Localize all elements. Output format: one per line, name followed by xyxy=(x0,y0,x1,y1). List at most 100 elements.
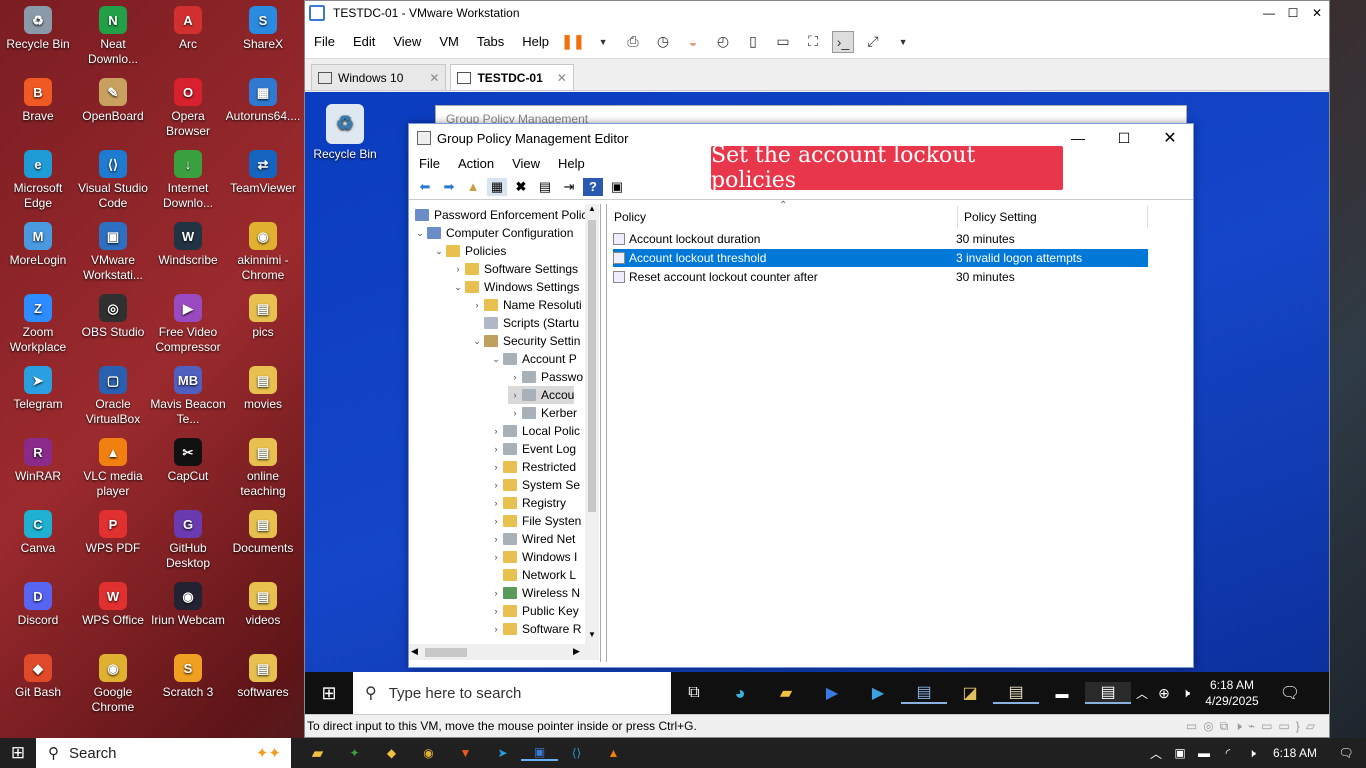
search-box[interactable]: ⚲ Type here to search xyxy=(353,672,671,714)
telegram-icon[interactable]: ➤ xyxy=(484,746,521,760)
maximize-button[interactable]: ☐ xyxy=(1101,130,1147,147)
expand-arrow-icon[interactable]: › xyxy=(489,494,503,512)
close-icon[interactable]: ✕ xyxy=(557,71,567,85)
desktop-icon[interactable]: ◆ Git Bash xyxy=(0,654,76,700)
desktop-icon[interactable]: e Microsoft Edge xyxy=(0,150,76,211)
desktop-icon[interactable]: ▤ online teaching xyxy=(225,438,301,499)
volume-icon[interactable]: 🕨 xyxy=(1240,746,1264,761)
expand-arrow-icon[interactable]: › xyxy=(508,368,522,386)
powershell-ise-icon[interactable]: ▶ xyxy=(855,683,901,703)
close-icon[interactable]: ✕ xyxy=(429,71,439,85)
action-pane-icon[interactable]: ▣ xyxy=(607,178,627,196)
table-row[interactable]: Account lockout duration 30 minutes xyxy=(613,230,1148,248)
app-icon[interactable]: ◆ xyxy=(373,746,410,760)
pause-icon[interactable]: ❚❚ xyxy=(561,31,584,53)
expand-arrow-icon[interactable]: › xyxy=(489,512,503,530)
network-icon[interactable]: ⊕ xyxy=(1153,685,1175,702)
close-button[interactable]: ✕ xyxy=(1305,6,1329,20)
menu-help[interactable]: Help xyxy=(513,34,558,49)
column-divider[interactable] xyxy=(957,206,958,228)
desktop-icon[interactable]: B Brave xyxy=(0,78,76,124)
help-icon[interactable]: ? xyxy=(583,177,603,196)
tree-node[interactable]: › Local Polic xyxy=(489,422,581,440)
desktop-icon[interactable]: ↓ Internet Downlo... xyxy=(150,150,226,211)
tree-vertical-scrollbar[interactable]: ▲ ▼ xyxy=(585,204,599,644)
notification-icon[interactable]: 🗨 xyxy=(1326,746,1366,760)
expand-arrow-icon[interactable]: › xyxy=(489,584,503,602)
delete-icon[interactable]: ✖ xyxy=(511,178,531,196)
export-list-icon[interactable]: ⇥ xyxy=(559,178,579,196)
search-box[interactable]: ⚲ Search ✦✦ xyxy=(36,738,291,768)
device-icons[interactable]: ▭◎⧉🕨⌁▭▭}▱ xyxy=(1186,719,1321,734)
desktop-icon[interactable]: ▦ Autoruns64.... xyxy=(225,78,301,124)
column-divider[interactable] xyxy=(1147,206,1148,228)
expand-arrow-icon[interactable]: ⌄ xyxy=(432,242,446,260)
expand-arrow-icon[interactable]: › xyxy=(451,260,465,278)
desktop-icon[interactable]: ▢ Oracle VirtualBox xyxy=(75,366,151,427)
tree-node[interactable]: Password Enforcement Polic xyxy=(415,206,587,224)
expand-arrow-icon[interactable]: › xyxy=(508,386,522,404)
desktop-icon[interactable]: ▤ videos xyxy=(225,582,301,628)
minimize-button[interactable]: — xyxy=(1257,6,1281,20)
tree-node[interactable]: › Name Resoluti xyxy=(470,296,582,314)
menu-view[interactable]: View xyxy=(506,156,546,171)
desktop-icon[interactable]: ▤ softwares xyxy=(225,654,301,700)
menu-view[interactable]: View xyxy=(384,34,430,49)
chevron-up-icon[interactable]: ︿ xyxy=(1144,745,1168,762)
tree-node[interactable]: › Accou xyxy=(508,386,575,404)
scroll-down-icon[interactable]: ▼ xyxy=(585,630,599,644)
tree-node[interactable]: ⌄ Windows Settings xyxy=(451,278,579,296)
desktop-icon[interactable]: M MoreLogin xyxy=(0,222,76,268)
gpm-icon[interactable]: ◪ xyxy=(947,683,993,703)
desktop-icon[interactable]: ⇄ TeamViewer xyxy=(225,150,301,196)
tree-node[interactable]: ⌄ Security Settin xyxy=(470,332,580,350)
tree-node[interactable]: › Wired Net xyxy=(489,530,576,548)
properties-icon[interactable]: ▤ xyxy=(535,178,555,196)
expand-arrow-icon[interactable]: ⌄ xyxy=(451,278,465,296)
tree-node[interactable]: › Registry xyxy=(489,494,567,512)
menu-help[interactable]: Help xyxy=(552,156,591,171)
camera-icon[interactable]: ▣ xyxy=(1168,746,1192,760)
up-folder-icon[interactable]: ▲ xyxy=(463,178,483,196)
desktop-icon[interactable]: ▲ VLC media player xyxy=(75,438,151,499)
task-view-icon[interactable]: ⧉ xyxy=(671,684,717,702)
thumbnail-icon[interactable]: ▭ xyxy=(772,31,794,53)
tree-node[interactable]: › Windows I xyxy=(489,548,578,566)
expand-arrow-icon[interactable]: › xyxy=(489,440,503,458)
menu-tabs[interactable]: Tabs xyxy=(468,34,513,49)
desktop-icon[interactable]: W WPS Office xyxy=(75,582,151,628)
expand-arrow-icon[interactable]: › xyxy=(489,530,503,548)
tree-node[interactable]: › Passwo xyxy=(508,368,584,386)
column-header-setting[interactable]: Policy Setting xyxy=(964,206,1037,228)
server-manager-icon[interactable]: ▤ xyxy=(901,682,947,704)
forward-icon[interactable]: ➡ xyxy=(439,178,459,196)
file-explorer-icon[interactable]: ▰ xyxy=(299,744,336,762)
scroll-thumb[interactable] xyxy=(588,220,596,512)
tree-node[interactable]: › Restricted xyxy=(489,458,577,476)
edge-icon[interactable]: ◕ xyxy=(717,683,763,704)
desktop-icon[interactable]: O Opera Browser xyxy=(150,78,226,139)
expand-arrow-icon[interactable]: › xyxy=(489,602,503,620)
show-hide-tree-icon[interactable]: ▦ xyxy=(487,177,507,196)
menu-file[interactable]: File xyxy=(413,156,446,171)
tree-node[interactable]: › Public Key xyxy=(489,602,579,620)
tree-node[interactable]: Scripts (Startu xyxy=(470,314,579,332)
tree-node[interactable]: › Kerber xyxy=(508,404,578,422)
scroll-left-icon[interactable]: ◀ xyxy=(411,646,418,657)
table-row[interactable]: Reset account lockout counter after 30 mi… xyxy=(613,268,1148,286)
tree-node[interactable]: ⌄ Policies xyxy=(432,242,506,260)
library-icon[interactable]: ▯ xyxy=(742,31,764,53)
desktop-icon[interactable]: ▶ Free Video Compressor xyxy=(150,294,226,355)
desktop-icon[interactable]: S Scratch 3 xyxy=(150,654,226,700)
notification-icon[interactable]: 🗨 xyxy=(1267,683,1313,703)
tree-node[interactable]: › File Systen xyxy=(489,512,582,530)
menu-file[interactable]: File xyxy=(305,34,344,49)
desktop-icon[interactable]: N Neat Downlo... xyxy=(75,6,151,67)
column-header-policy[interactable]: Policy xyxy=(614,206,646,228)
table-row[interactable]: Account lockout threshold 3 invalid logon… xyxy=(613,249,1148,267)
desktop-icon[interactable]: ♻ Recycle Bin xyxy=(0,6,76,52)
tree-node[interactable]: Network L xyxy=(489,566,576,584)
chevron-down-icon[interactable]: ▼ xyxy=(892,31,914,53)
desktop-icon[interactable]: ➤ Telegram xyxy=(0,366,76,412)
start-button[interactable]: ⊞ xyxy=(0,743,36,763)
